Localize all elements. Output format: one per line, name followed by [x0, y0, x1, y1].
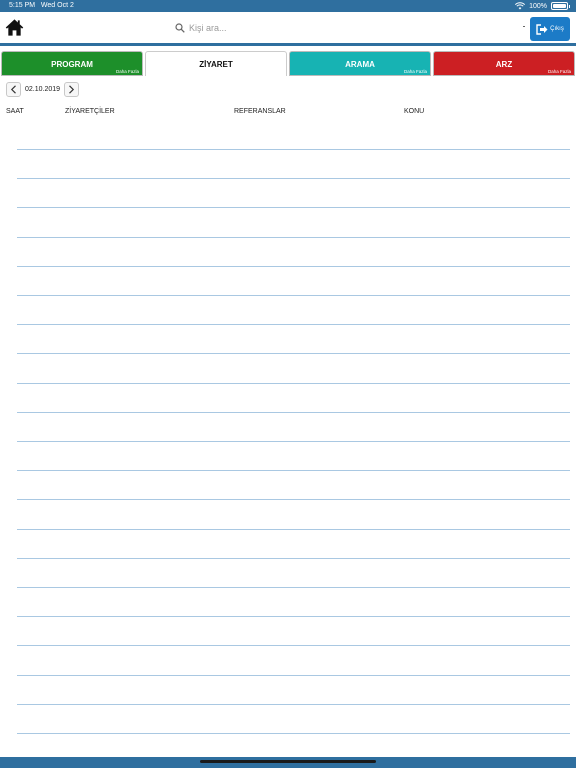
chevron-right-icon — [69, 85, 75, 94]
tab-program[interactable]: PROGRAM Daha Fazla — [1, 51, 143, 76]
table-row-divider — [17, 733, 570, 734]
tab-arz-label: ARZ — [495, 60, 513, 69]
next-day-button[interactable] — [64, 82, 80, 97]
table-row-divider — [17, 675, 570, 676]
table-row-divider — [17, 353, 570, 354]
table-row-divider — [17, 324, 570, 325]
logout-icon — [536, 23, 548, 35]
table-row-divider — [17, 616, 570, 617]
battery-percent: 100% — [529, 2, 547, 10]
table-row-divider — [17, 704, 570, 705]
status-time: 5:15 PM — [9, 2, 36, 9]
home-indicator[interactable] — [200, 760, 376, 763]
table-row-divider — [17, 587, 570, 588]
current-date: 02.10.2019 — [25, 86, 61, 93]
visits-table-body — [0, 120, 576, 740]
column-header-konu: KONU — [404, 108, 425, 115]
tab-bar: PROGRAM Daha Fazla ZİYARET ARAMA Daha Fa… — [0, 50, 576, 76]
table-row-divider — [17, 207, 570, 208]
tab-ziyaret-label: ZİYARET — [199, 60, 233, 69]
table-row-divider — [17, 499, 570, 500]
tab-arama[interactable]: ARAMA Daha Fazla — [289, 51, 431, 76]
table-row-divider — [17, 237, 570, 238]
table-row-divider — [17, 178, 570, 179]
column-header-saat: SAAT — [6, 108, 24, 115]
app-header: Çıkış — [0, 12, 576, 46]
battery-icon — [551, 2, 570, 10]
table-row-divider — [17, 645, 570, 646]
wifi-icon — [515, 2, 526, 10]
table-row-divider — [17, 412, 570, 413]
table-row-divider — [17, 529, 570, 530]
visits-table-header: SAAT ZİYARETÇİLER REFERANSLAR KONU — [0, 108, 576, 118]
tab-arama-label: ARAMA — [345, 60, 375, 69]
previous-day-button[interactable] — [6, 82, 21, 97]
status-time-date: 5:15 PM Wed Oct 2 — [9, 2, 74, 9]
home-icon[interactable] — [5, 18, 24, 37]
tab-program-label: PROGRAM — [51, 60, 93, 69]
tab-arama-more-link[interactable]: Daha Fazla — [404, 69, 427, 74]
table-row-divider — [17, 441, 570, 442]
app-frame: 5:15 PM Wed Oct 2 100% Kişi ara... Çıkış… — [0, 0, 576, 768]
chevron-left-icon — [10, 85, 16, 94]
column-header-ziyaretciler: ZİYARETÇİLER — [65, 108, 115, 115]
exit-button[interactable]: Çıkış — [530, 17, 570, 41]
tab-program-more-link[interactable]: Daha Fazla — [116, 69, 139, 74]
tab-arz-more-link[interactable]: Daha Fazla — [548, 69, 571, 74]
battery-level — [553, 4, 566, 8]
table-row-divider — [17, 558, 570, 559]
table-row-divider — [17, 266, 570, 267]
table-row-divider — [17, 470, 570, 471]
tab-ziyaret[interactable]: ZİYARET — [145, 51, 287, 76]
table-row-divider — [17, 149, 570, 150]
search-input[interactable] — [189, 23, 509, 33]
table-row-divider — [17, 383, 570, 384]
search-icon — [175, 23, 185, 33]
status-indicators: 100% — [515, 2, 570, 10]
search-box[interactable] — [175, 17, 527, 39]
bottom-bar — [0, 757, 576, 768]
tab-arz[interactable]: ARZ Daha Fazla — [433, 51, 575, 76]
search-divider — [523, 26, 525, 27]
status-bar: 5:15 PM Wed Oct 2 100% — [0, 0, 576, 12]
exit-label: Çıkış — [550, 26, 564, 32]
status-date: Wed Oct 2 — [40, 2, 74, 9]
date-navigator: 02.10.2019 — [6, 82, 80, 97]
table-row-divider — [17, 295, 570, 296]
column-header-referanslar: REFERANSLAR — [234, 108, 286, 115]
